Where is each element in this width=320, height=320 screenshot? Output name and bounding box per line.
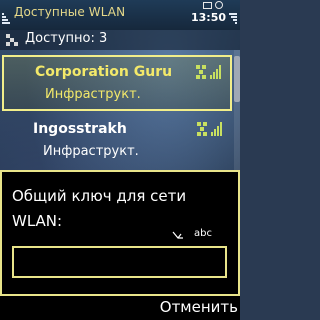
network-name: Ingosstrakh xyxy=(33,121,127,137)
wlan-signal-icon xyxy=(196,65,221,79)
wlan-icon xyxy=(6,34,18,46)
message-icon xyxy=(203,2,212,9)
softkey-bar: Отменить xyxy=(0,296,240,320)
network-type: Инфраструкт. xyxy=(45,87,141,102)
wlan-key-dialog: Общий ключ для сети WLAN: abc xyxy=(0,170,240,296)
network-name: Corporation Guru xyxy=(35,64,173,80)
dialog-prompt: Общий ключ для сети WLAN: xyxy=(12,187,187,230)
network-type: Инфраструкт. xyxy=(43,144,139,159)
signal-strength-icon xyxy=(2,6,10,24)
wlan-signal-icon xyxy=(197,122,222,136)
pen-icon xyxy=(172,231,183,239)
list-item[interactable]: Corporation Guru Инфраструкт. xyxy=(2,55,232,111)
available-count-label: Доступно: 3 xyxy=(25,31,108,46)
scrollbar[interactable] xyxy=(234,50,240,170)
clock-time: 13:50 xyxy=(190,11,226,24)
status-bar: Доступные WLAN 13:50 xyxy=(0,0,240,30)
app-title: Доступные WLAN xyxy=(14,5,126,19)
clock-icon xyxy=(215,1,223,9)
battery-icon xyxy=(229,6,237,24)
input-mode-indicator: abc xyxy=(194,228,212,239)
wlan-key-input[interactable] xyxy=(12,246,227,278)
scrollbar-thumb[interactable] xyxy=(234,56,240,102)
available-count-bar: Доступно: 3 xyxy=(0,30,240,50)
cancel-softkey[interactable]: Отменить xyxy=(160,298,238,316)
list-item[interactable]: Ingosstrakh Инфраструкт. xyxy=(0,112,233,168)
